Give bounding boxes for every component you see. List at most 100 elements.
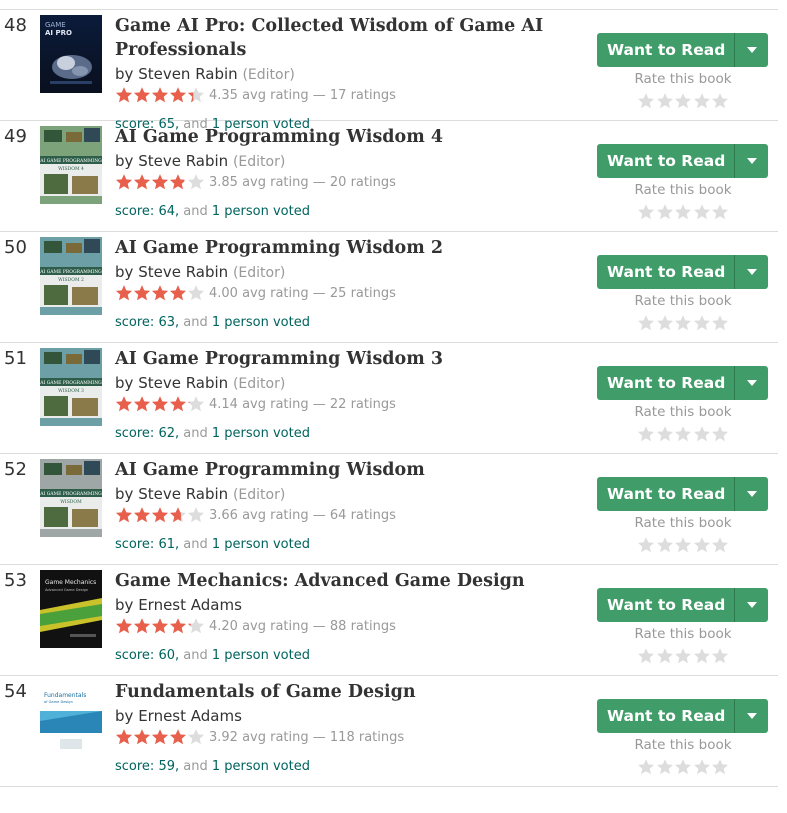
book-title-link[interactable]: AI Game Programming Wisdom 4 bbox=[115, 125, 555, 149]
want-to-read-button[interactable]: Want to Read bbox=[597, 588, 768, 622]
author-link[interactable]: Ernest Adams bbox=[138, 596, 242, 614]
want-to-read-button[interactable]: Want to Read bbox=[597, 699, 768, 733]
want-to-read-button[interactable]: Want to Read bbox=[597, 144, 768, 178]
book-cover[interactable]: AI GAME PROGRAMMING WISDOM 4 bbox=[40, 126, 102, 204]
book-cover[interactable]: AI GAME PROGRAMMING WISDOM 3 bbox=[40, 348, 102, 426]
voters-link[interactable]: 1 person voted bbox=[212, 759, 310, 774]
rating-star-icon bbox=[151, 728, 169, 746]
voters-link[interactable]: 1 person voted bbox=[212, 648, 310, 663]
want-to-read-button[interactable]: Want to Read bbox=[597, 366, 768, 400]
want-to-read-label[interactable]: Want to Read bbox=[597, 485, 734, 503]
book-cover[interactable]: GAME AI PRO bbox=[40, 15, 102, 93]
rate-stars[interactable] bbox=[637, 536, 730, 554]
score-link[interactable]: score: 59, bbox=[115, 759, 179, 774]
rate-stars[interactable] bbox=[637, 203, 730, 221]
rate-star-icon[interactable] bbox=[656, 758, 675, 776]
want-to-read-button[interactable]: Want to Read bbox=[597, 477, 768, 511]
score-link[interactable]: score: 63, bbox=[115, 315, 179, 330]
author-link[interactable]: Steven Rabin bbox=[138, 65, 238, 83]
want-to-read-label[interactable]: Want to Read bbox=[597, 263, 734, 281]
rate-star-icon[interactable] bbox=[637, 425, 656, 443]
rate-star-icon[interactable] bbox=[711, 425, 730, 443]
score-link[interactable]: score: 60, bbox=[115, 648, 179, 663]
rate-star-icon[interactable] bbox=[674, 647, 693, 665]
book-cover[interactable]: AI GAME PROGRAMMING WISDOM bbox=[40, 459, 102, 537]
rate-star-icon[interactable] bbox=[674, 92, 693, 110]
rate-stars[interactable] bbox=[637, 92, 730, 110]
book-title-link[interactable]: AI Game Programming Wisdom 2 bbox=[115, 236, 555, 260]
book-title-link[interactable]: AI Game Programming Wisdom bbox=[115, 458, 555, 482]
rate-star-icon[interactable] bbox=[693, 203, 712, 221]
avg-rating-stars bbox=[115, 173, 205, 191]
voters-link[interactable]: 1 person voted bbox=[212, 426, 310, 441]
want-to-read-label[interactable]: Want to Read bbox=[597, 152, 734, 170]
voters-link[interactable]: 1 person voted bbox=[212, 315, 310, 330]
rate-star-icon[interactable] bbox=[674, 758, 693, 776]
book-cover[interactable]: AI GAME PROGRAMMING WISDOM 2 bbox=[40, 237, 102, 315]
rate-star-icon[interactable] bbox=[693, 314, 712, 332]
want-to-read-button[interactable]: Want to Read bbox=[597, 33, 768, 67]
rate-star-icon[interactable] bbox=[711, 758, 730, 776]
rate-star-icon[interactable] bbox=[656, 425, 675, 443]
rate-stars[interactable] bbox=[637, 647, 730, 665]
score-link[interactable]: score: 64, bbox=[115, 204, 179, 219]
want-to-read-label[interactable]: Want to Read bbox=[597, 41, 734, 59]
rate-star-icon[interactable] bbox=[656, 536, 675, 554]
score-link[interactable]: score: 61, bbox=[115, 537, 179, 552]
rate-star-icon[interactable] bbox=[656, 92, 675, 110]
rating-star-icon bbox=[133, 173, 151, 191]
shelf-dropdown-button[interactable] bbox=[734, 33, 768, 67]
want-to-read-label[interactable]: Want to Read bbox=[597, 596, 734, 614]
rate-star-icon[interactable] bbox=[693, 92, 712, 110]
by-label: by bbox=[115, 596, 134, 614]
shelf-dropdown-button[interactable] bbox=[734, 255, 768, 289]
rate-star-icon[interactable] bbox=[637, 203, 656, 221]
rate-star-icon[interactable] bbox=[674, 536, 693, 554]
shelf-dropdown-button[interactable] bbox=[734, 588, 768, 622]
score-link[interactable]: score: 62, bbox=[115, 426, 179, 441]
rate-star-icon[interactable] bbox=[674, 203, 693, 221]
author-link[interactable]: Steve Rabin bbox=[138, 374, 228, 392]
shelf-dropdown-button[interactable] bbox=[734, 699, 768, 733]
rate-stars[interactable] bbox=[637, 425, 730, 443]
author-link[interactable]: Steve Rabin bbox=[138, 485, 228, 503]
book-cover[interactable]: Game Mechanics Advanced Game Design bbox=[40, 570, 102, 648]
rate-stars[interactable] bbox=[637, 314, 730, 332]
rate-stars[interactable] bbox=[637, 758, 730, 776]
shelf-dropdown-button[interactable] bbox=[734, 477, 768, 511]
shelf-dropdown-button[interactable] bbox=[734, 366, 768, 400]
rate-star-icon[interactable] bbox=[674, 314, 693, 332]
rate-star-icon[interactable] bbox=[637, 92, 656, 110]
rate-star-icon[interactable] bbox=[637, 758, 656, 776]
rate-star-icon[interactable] bbox=[693, 758, 712, 776]
voters-link[interactable]: 1 person voted bbox=[212, 204, 310, 219]
rate-star-icon[interactable] bbox=[674, 425, 693, 443]
book-cover[interactable]: Fundamentals of Game Design bbox=[40, 681, 102, 759]
want-to-read-button[interactable]: Want to Read bbox=[597, 255, 768, 289]
want-to-read-label[interactable]: Want to Read bbox=[597, 707, 734, 725]
rate-star-icon[interactable] bbox=[637, 536, 656, 554]
rate-star-icon[interactable] bbox=[656, 647, 675, 665]
rate-star-icon[interactable] bbox=[693, 425, 712, 443]
author-link[interactable]: Steve Rabin bbox=[138, 263, 228, 281]
want-to-read-label[interactable]: Want to Read bbox=[597, 374, 734, 392]
book-title-link[interactable]: Fundamentals of Game Design bbox=[115, 680, 555, 704]
author-link[interactable]: Steve Rabin bbox=[138, 152, 228, 170]
rate-star-icon[interactable] bbox=[637, 314, 656, 332]
author-link[interactable]: Ernest Adams bbox=[138, 707, 242, 725]
voters-link[interactable]: 1 person voted bbox=[212, 537, 310, 552]
book-title-link[interactable]: AI Game Programming Wisdom 3 bbox=[115, 347, 555, 371]
rate-star-icon[interactable] bbox=[711, 647, 730, 665]
rate-star-icon[interactable] bbox=[711, 92, 730, 110]
rate-star-icon[interactable] bbox=[693, 536, 712, 554]
shelf-dropdown-button[interactable] bbox=[734, 144, 768, 178]
rate-star-icon[interactable] bbox=[693, 647, 712, 665]
rate-star-icon[interactable] bbox=[711, 203, 730, 221]
rate-star-icon[interactable] bbox=[656, 203, 675, 221]
rate-star-icon[interactable] bbox=[637, 647, 656, 665]
rate-star-icon[interactable] bbox=[711, 536, 730, 554]
book-title-link[interactable]: Game Mechanics: Advanced Game Design bbox=[115, 569, 555, 593]
rate-star-icon[interactable] bbox=[656, 314, 675, 332]
book-title-link[interactable]: Game AI Pro: Collected Wisdom of Game AI… bbox=[115, 14, 555, 62]
rate-star-icon[interactable] bbox=[711, 314, 730, 332]
